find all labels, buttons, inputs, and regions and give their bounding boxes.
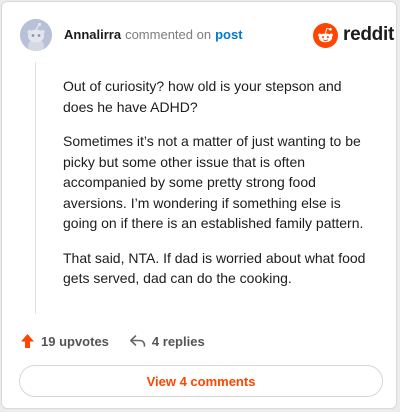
comment-header: Annalirra commented on post [64,27,243,43]
upvotes-label: 19 upvotes [41,333,109,349]
user-avatar-icon[interactable] [20,19,52,51]
upvote-arrow-icon [21,334,34,348]
comment-paragraph: That said, NTA. If dad is worried about … [63,249,366,287]
upvotes-button[interactable]: 19 upvotes [20,333,109,349]
thread-line [35,62,36,314]
action-text: commented on [125,27,212,42]
reddit-brand[interactable]: reddit [313,22,394,48]
username-link[interactable]: Annalirra [64,27,121,42]
comment-paragraph: Out of curiosity? how old is your stepso… [63,78,342,115]
reply-arrow-icon [129,335,146,347]
comment-body: Out of curiosity? how old is your stepso… [63,76,373,303]
comment-card: Annalirra commented on post reddit Out of … [1,1,397,409]
post-link[interactable]: post [215,27,242,42]
reddit-wordmark: reddit [343,24,394,45]
replies-button[interactable]: 4 replies [129,334,205,349]
view-comments-button[interactable]: View 4 comments [19,365,383,397]
comment-footer: 19 upvotes 4 replies [20,331,205,351]
comment-paragraph: Sometimes it’s not a matter of just want… [63,133,364,231]
replies-label: 4 replies [151,333,205,349]
reddit-logo-icon [313,22,338,48]
